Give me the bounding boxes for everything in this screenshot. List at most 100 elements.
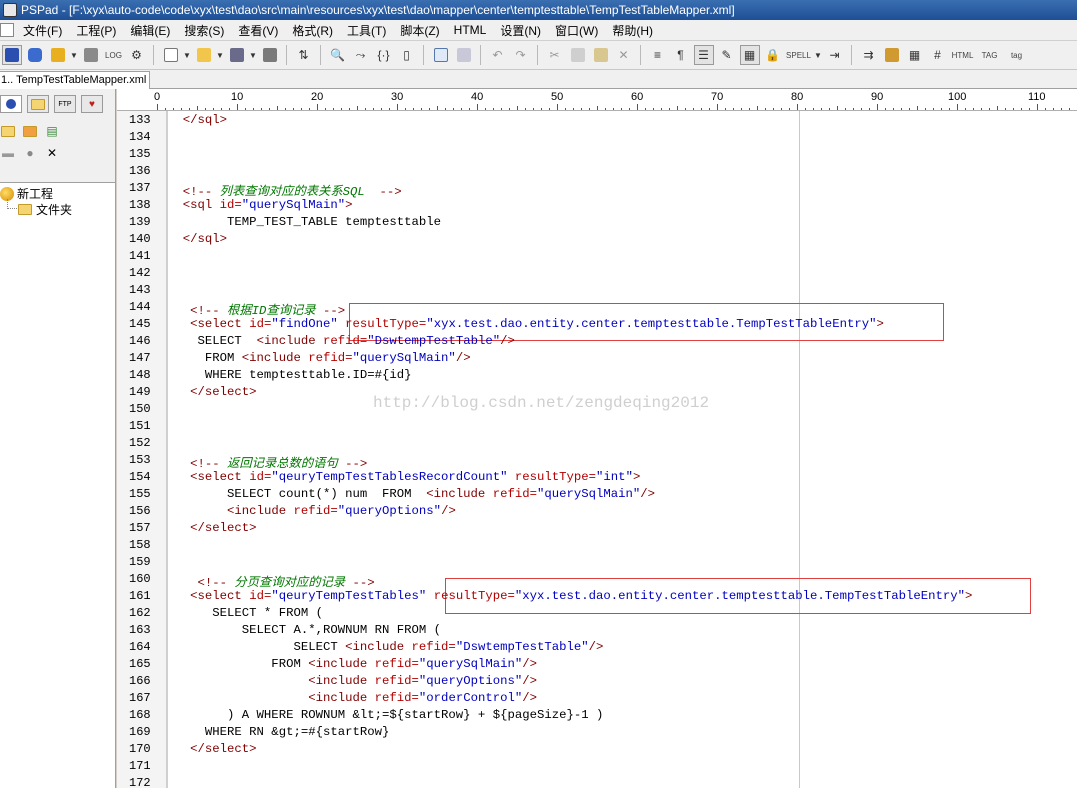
undo-icon[interactable]: ↶ (488, 45, 508, 65)
menu-item[interactable]: 文件(F) (16, 22, 69, 39)
search-icon[interactable]: 🔍 (328, 45, 348, 65)
menu-item[interactable]: 窗口(W) (548, 22, 605, 39)
code-line: </select> (168, 742, 256, 756)
ruler-tick (469, 108, 470, 110)
menu-item[interactable]: HTML (447, 23, 494, 37)
lock-icon[interactable]: 🔒 (763, 45, 783, 65)
copy-icon[interactable] (568, 45, 588, 65)
redo-icon[interactable]: ↷ (511, 45, 531, 65)
ruler-tick (437, 106, 438, 110)
menu-item[interactable]: 设置(N) (493, 22, 548, 39)
menu-item[interactable]: 查看(V) (231, 22, 285, 39)
ruler-tick (893, 108, 894, 110)
code-editor[interactable]: http://blog.csdn.net/zengdeqing2012 </sq… (168, 111, 1077, 788)
ruler-tick (589, 108, 590, 110)
menu-item[interactable]: 编辑(E) (123, 22, 177, 39)
add-file-icon[interactable]: ▤ (44, 123, 60, 139)
chevron-down-icon[interactable]: ▼ (215, 45, 225, 65)
chevron-down-icon[interactable]: ▼ (813, 45, 823, 65)
menu-item[interactable]: 帮助(H) (605, 22, 660, 39)
menu-item[interactable]: 格式(R) (285, 22, 340, 39)
hash-icon[interactable]: # (928, 45, 948, 65)
remove-icon[interactable]: ▬ (0, 145, 16, 161)
ruler-tick (765, 108, 766, 110)
html-txt-icon[interactable]: HTML (951, 45, 975, 65)
tab-projects[interactable] (0, 95, 22, 113)
ruler-tick (789, 108, 790, 110)
new-file-icon[interactable] (161, 45, 181, 65)
word-wrap-icon[interactable]: ≡ (648, 45, 668, 65)
right-margin-line (799, 111, 800, 788)
line-number: 170 (129, 742, 151, 756)
tab-files[interactable] (27, 95, 49, 113)
cut-icon[interactable]: ✂ (545, 45, 565, 65)
package-icon[interactable] (882, 45, 902, 65)
ruler-tick (197, 106, 198, 110)
code-line: <select id="qeuryTempTestTablesRecordCou… (168, 470, 640, 484)
tag-upper-icon[interactable]: TAG (978, 45, 1002, 65)
open-folder-icon[interactable] (194, 45, 214, 65)
scan-icon[interactable] (81, 45, 101, 65)
cube-icon[interactable] (25, 45, 45, 65)
ruler-tick (1061, 108, 1062, 110)
menu-item[interactable]: 搜索(S) (177, 22, 231, 39)
code-token: /> (522, 674, 537, 688)
settings-gear-icon[interactable]: ⚙ (127, 45, 147, 65)
ruler-tick (477, 104, 478, 110)
code-token: <!-- (168, 576, 235, 590)
tab-ftp[interactable]: FTP (54, 95, 76, 113)
save-icon[interactable] (227, 45, 247, 65)
delete-folder-icon[interactable] (22, 123, 38, 139)
pin-icon[interactable]: ⇥ (825, 45, 845, 65)
menu-item[interactable]: 工程(P) (69, 22, 123, 39)
spell-check-icon[interactable]: SPELL (786, 45, 812, 65)
compare-icon[interactable]: ⇅ (294, 45, 314, 65)
ruler-tick (901, 108, 902, 110)
code-token: refid= (374, 691, 419, 705)
line-number: 151 (129, 419, 151, 433)
code-token: "querySqlMain" (536, 487, 641, 501)
print-preview-icon[interactable] (431, 45, 451, 65)
tag-lower-icon[interactable]: tag (1005, 45, 1029, 65)
column-ruler: 0 10 20 30 40 50 60 70 80 90 100 110 (117, 89, 1077, 111)
line-number: 150 (129, 402, 151, 416)
chevron-down-icon[interactable]: ▼ (182, 45, 192, 65)
delete-icon[interactable]: ✕ (614, 45, 634, 65)
tree-item-folder[interactable]: 文件夹 (18, 201, 72, 218)
ruler-tick (493, 108, 494, 110)
save-all-icon[interactable] (260, 45, 280, 65)
spell-label: SPELL (786, 50, 811, 60)
log-icon[interactable]: LOG (104, 45, 124, 65)
book-icon[interactable]: ▯ (397, 45, 417, 65)
pilcrow-icon[interactable]: ¶ (671, 45, 691, 65)
line-numbers-icon[interactable]: ☰ (693, 45, 714, 65)
ruler-tick (709, 108, 710, 110)
tools-icon[interactable]: ✕ (44, 145, 60, 161)
menu-item[interactable]: 脚本(Z) (393, 22, 446, 39)
record-icon[interactable]: ● (22, 145, 38, 161)
grid-icon[interactable]: ▦ (905, 45, 925, 65)
chevron-down-icon[interactable]: ▼ (248, 45, 258, 65)
new-folder-icon[interactable] (0, 123, 16, 139)
code-token: --> (345, 576, 375, 590)
indent-icon[interactable]: ⇉ (859, 45, 879, 65)
replace-icon[interactable]: ⤳ (351, 45, 371, 65)
open-project-icon[interactable] (48, 45, 68, 65)
ruler-tick (837, 106, 838, 110)
chevron-down-icon[interactable]: ▼ (69, 45, 79, 65)
braces-icon[interactable]: {·} (374, 45, 394, 65)
menu-item[interactable]: 工具(T) (340, 22, 393, 39)
paste-icon[interactable] (591, 45, 611, 65)
tab-tempttesttablemapper[interactable]: 1.. TempTestTableMapper.xml (0, 71, 150, 89)
highlighter-icon[interactable]: ✎ (717, 45, 737, 65)
column-mode-icon[interactable]: ▦ (739, 45, 760, 65)
folder-icon (18, 204, 32, 215)
tab-favorites[interactable]: ♥ (81, 95, 103, 113)
project-icon[interactable] (1, 45, 22, 65)
ruler-tick (861, 108, 862, 110)
tag-lower-label: tag (1010, 50, 1023, 60)
ruler-tick (613, 108, 614, 110)
ruler-tick (397, 104, 398, 110)
print-icon[interactable] (454, 45, 474, 65)
